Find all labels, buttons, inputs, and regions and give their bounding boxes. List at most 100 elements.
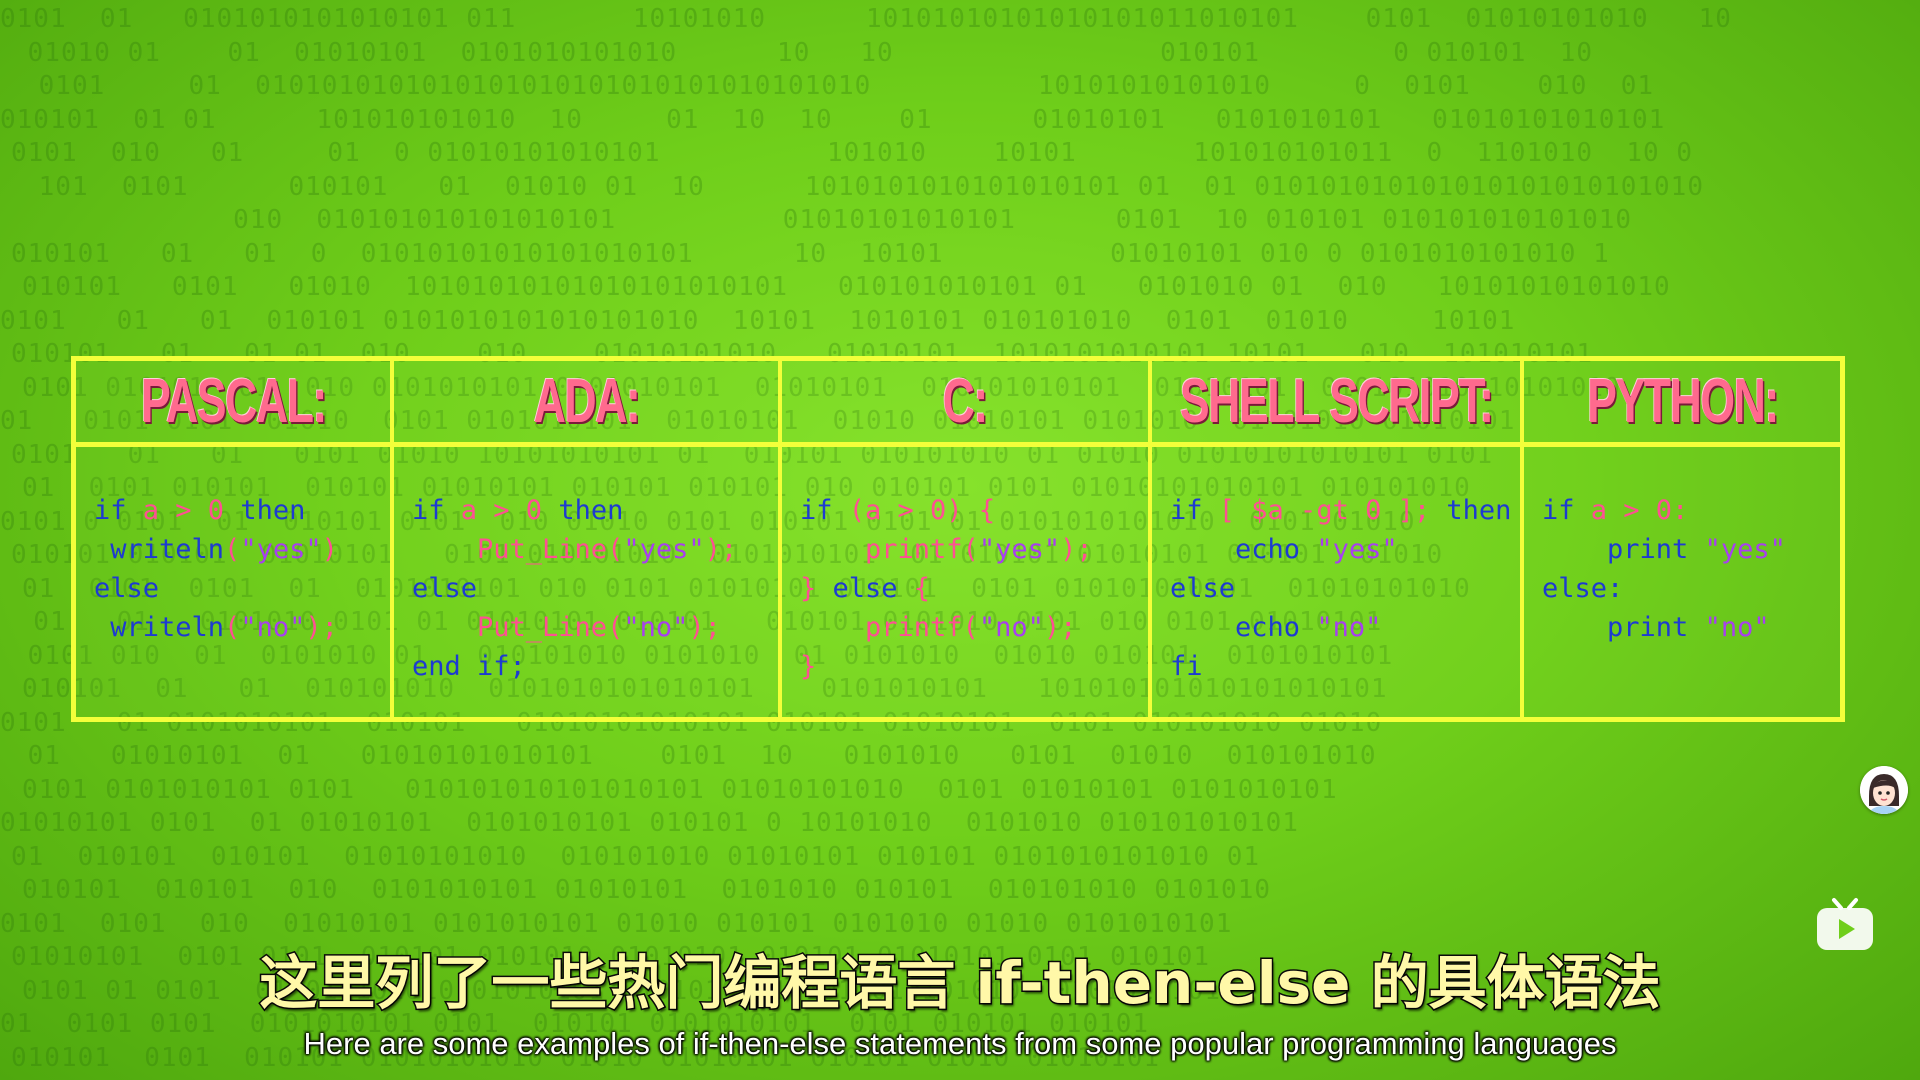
code-token: } (800, 651, 817, 682)
binary-row: 010101 010101 010 0101010101 01010101 01… (22, 875, 1271, 905)
code-line: writeln("no"); (94, 608, 390, 647)
code-line: fi (1170, 647, 1520, 686)
binary-row: 01010101 0101 01 01010101 0101010101 010… (0, 808, 1299, 838)
code-token: fi (1170, 651, 1203, 682)
code-line: echo "yes" (1170, 530, 1520, 569)
code-block-ada: if a > 0 then Put_Line("yes"); else Put_L… (394, 447, 782, 717)
code-line: if a > 0 then (94, 491, 390, 530)
binary-row: 101 0101 010101 01 01010 01 10 101010101… (22, 171, 1704, 202)
header-ada: ADA: (394, 361, 782, 447)
code-token: echo (1170, 534, 1317, 565)
code-comparison-table: PASCAL: ADA: C: SHELL SCRIPT: PYTHON: if… (71, 356, 1845, 722)
binary-row: 010101 01 01 0 01010101010101010101 10 1… (11, 238, 1610, 269)
code-token: } (800, 573, 833, 604)
code-block-pascal: if a > 0 then writeln("yes") else writeln… (76, 447, 394, 717)
code-token: else (1170, 573, 1236, 604)
code-token: a > 0 (142, 495, 225, 526)
code-line: end if; (412, 647, 778, 686)
header-label: ADA: (533, 367, 640, 436)
subtitle-chinese: 这里列了一些热门编程语言 if-then-else 的具体语法 (258, 948, 1662, 1019)
code-token: "no" (623, 612, 689, 643)
code-token: "yes" (240, 534, 322, 565)
code-token: "no" (1704, 612, 1770, 643)
code-token: Put_Line( (412, 534, 624, 565)
binary-row: 0101 01 01 010101 0101010101010101010 10… (0, 305, 1516, 336)
code-token: "no" (240, 612, 306, 643)
code-token: end if; (412, 651, 526, 682)
code-token: ( (224, 534, 241, 565)
code-token: else (412, 573, 478, 604)
code-line: Put_Line("no"); (412, 608, 778, 647)
code-line: else (1170, 569, 1520, 608)
binary-row: 01 010101 010101 01010101010 010101010 0… (11, 841, 1260, 872)
code-token: writeln (94, 534, 225, 565)
binary-row: 0101 010 01 01 0 01010101010101 101010 1… (11, 138, 1693, 168)
code-token: "no" (978, 612, 1044, 643)
code-block-shell-script: if [ $a -gt 0 ]; then echo "yes" else ech… (1152, 447, 1524, 717)
code-line: if a > 0 then (412, 491, 778, 530)
header-label: PASCAL: (140, 367, 326, 436)
binary-row: 01 01010101 01 01010101010101 0101 10 01… (11, 741, 1377, 771)
code-line: if (a > 0) { (800, 491, 1148, 530)
code-line: print "no" (1542, 608, 1840, 647)
subtitle-english: Here are some examples of if-then-else s… (303, 1026, 1617, 1061)
code-line: else: (1542, 569, 1840, 608)
avatar-icon[interactable] (1860, 766, 1908, 814)
code-line: if [ $a -gt 0 ]; then (1170, 491, 1520, 530)
code-block-python: if a > 0: print "yes" else: print "no" (1524, 447, 1840, 717)
code-token: print (1542, 534, 1705, 565)
code-token: printf( (800, 534, 979, 565)
code-token: if (1542, 495, 1591, 526)
code-line: } (800, 647, 1148, 686)
code-token: then (1430, 495, 1512, 526)
code-token: printf( (800, 612, 979, 643)
code-line: else (94, 569, 390, 608)
code-token: if (94, 495, 143, 526)
code-line: printf("no"); (800, 608, 1148, 647)
binary-row: 0101 0101010101 0101 010101010101010101 … (22, 774, 1338, 805)
code-token: ( (224, 612, 241, 643)
code-line: echo "no" (1170, 608, 1520, 647)
code-line: else (412, 569, 778, 608)
header-label: PYTHON: (1586, 367, 1779, 436)
code-token: else: (1542, 573, 1624, 604)
code-token: then (224, 495, 306, 526)
code-token: if (1170, 495, 1219, 526)
code-token: ); (688, 612, 721, 643)
code-token: ) (321, 534, 338, 565)
code-token: print (1542, 612, 1705, 643)
code-token: [ $a -gt 0 ]; (1218, 495, 1431, 526)
code-token: echo (1170, 612, 1317, 643)
header-shell-script: SHELL SCRIPT: (1152, 361, 1524, 447)
header-python: PYTHON: (1524, 361, 1840, 447)
code-token: if (800, 495, 849, 526)
code-token: "yes" (1704, 534, 1786, 565)
code-block-c: if (a > 0) { printf("yes");} else { prin… (782, 447, 1152, 717)
code-token: Put_Line( (412, 612, 624, 643)
header-label: SHELL SCRIPT: (1179, 367, 1494, 436)
code-token: (a > 0) { (848, 495, 996, 526)
code-token: writeln (94, 612, 225, 643)
code-token: then (542, 495, 624, 526)
code-line: print "yes" (1542, 530, 1840, 569)
header-pascal: PASCAL: (76, 361, 394, 447)
header-label: C: (942, 367, 989, 436)
code-token: a > 0 (460, 495, 543, 526)
code-line: writeln("yes") (94, 530, 390, 569)
binary-row: 0101 01 0101010101010101 011 10101010 10… (0, 4, 1732, 34)
code-line: if a > 0: (1542, 491, 1840, 530)
header-c: C: (782, 361, 1152, 447)
code-token: "yes" (978, 534, 1061, 565)
code-token: ); (704, 534, 738, 565)
code-token: else (832, 573, 914, 604)
code-line: printf("yes"); (800, 530, 1148, 569)
code-line: } else { (800, 569, 1148, 608)
binary-row: 01010 01 01 01010101 0101010101010 10 10… (11, 37, 1594, 68)
binary-row: 010101 01 01 101010101010 10 01 10 10 01… (0, 104, 1666, 135)
code-token: "yes" (623, 534, 705, 565)
code-token: a > 0: (1590, 495, 1689, 526)
code-token: ); (305, 612, 338, 643)
binary-row: 010 010101010101010101 01010101010101 01… (0, 205, 1633, 235)
code-token: "no" (1316, 612, 1382, 643)
code-token: else (94, 573, 160, 604)
